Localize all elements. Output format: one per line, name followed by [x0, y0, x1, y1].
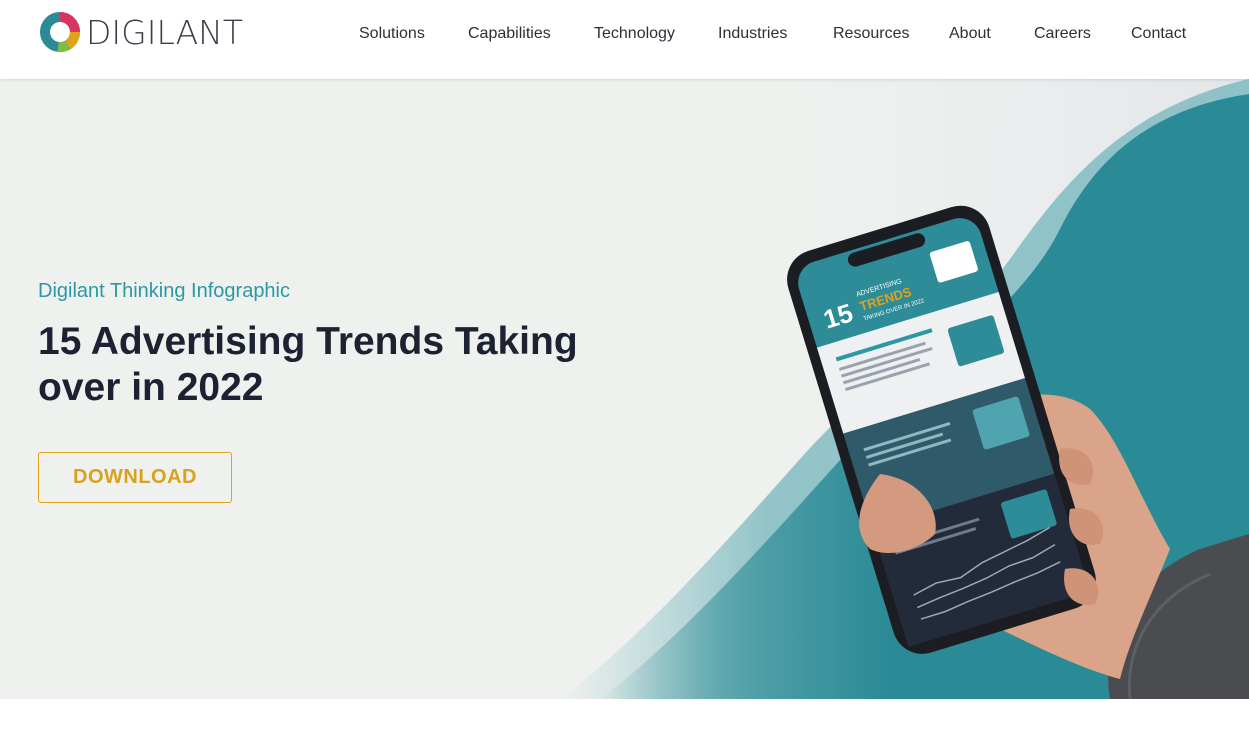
nav-item-industries[interactable]: Industries: [718, 25, 787, 43]
nav-item-capabilities[interactable]: Capabilities: [468, 25, 551, 43]
nav-item-solutions[interactable]: Solutions: [359, 25, 425, 43]
page-bottom: [0, 699, 1249, 730]
nav-item-contact[interactable]: Contact: [1131, 25, 1186, 43]
nav-item-resources[interactable]: Resources: [833, 25, 909, 43]
hero-section: 15 ADVERTISING TRENDS TAKING OVER IN 202…: [0, 79, 1249, 699]
nav-item-careers[interactable]: Careers: [1034, 25, 1091, 43]
nav-item-technology[interactable]: Technology: [594, 25, 675, 43]
download-button[interactable]: DOWNLOAD: [38, 452, 232, 503]
site-header: DIGILANT Solutions Capabilities Technolo…: [0, 0, 1249, 79]
main-nav: Solutions Capabilities Technology Indust…: [0, 25, 1249, 49]
page-title: 15 Advertising Trends Taking over in 202…: [38, 320, 578, 409]
nav-item-about[interactable]: About: [949, 25, 991, 43]
hero-eyebrow: Digilant Thinking Infographic: [38, 280, 291, 302]
